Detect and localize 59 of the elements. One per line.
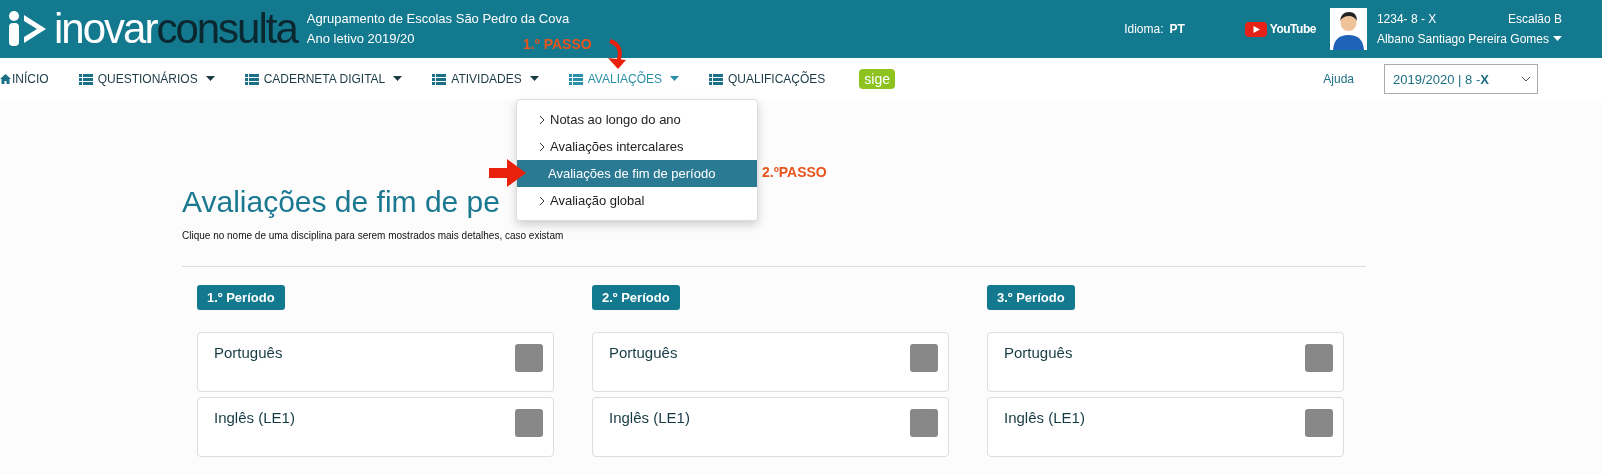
- nav-item[interactable]: ATIVIDADES: [432, 72, 539, 86]
- nav-item[interactable]: INÍCIO: [0, 72, 49, 86]
- school-name: Agrupamento de Escolas São Pedro da Cova: [306, 10, 570, 28]
- period-label: 3.º Período: [987, 285, 1075, 310]
- subject-card[interactable]: Português: [197, 332, 554, 392]
- nav-item[interactable]: AVALIAÇÕES: [568, 72, 679, 86]
- nav-item[interactable]: QUESTIONÁRIOS: [78, 72, 215, 86]
- home-icon[interactable]: [0, 74, 11, 84]
- period-label: 2.º Período: [592, 285, 680, 310]
- avatar-icon: [1329, 8, 1367, 50]
- chevron-down-icon[interactable]: [1521, 76, 1531, 82]
- grade-square-icon: [1305, 344, 1333, 372]
- list-icon[interactable]: [568, 73, 583, 85]
- list-icon[interactable]: [244, 73, 259, 85]
- page-title: Avaliações de fim de pe: [182, 185, 500, 218]
- logo-text: consulta: [156, 8, 297, 50]
- menu-item[interactable]: Avaliações de fim de período: [517, 160, 757, 187]
- school-year: Ano letivo 2019/20: [306, 30, 415, 48]
- grade-square-icon: [1305, 409, 1333, 437]
- step-annotation: 1.º PASSO: [523, 36, 592, 52]
- caret-icon[interactable]: [1553, 36, 1562, 42]
- grade-square-icon: [515, 409, 543, 437]
- arrow-icon: [489, 157, 527, 189]
- tier-label: Escalão B: [1507, 11, 1562, 28]
- grade-square-icon: [515, 344, 543, 372]
- chevron-icon[interactable]: [539, 141, 545, 152]
- chevron-icon[interactable]: [539, 195, 545, 206]
- grade-square-icon: [910, 344, 938, 372]
- subject-card[interactable]: Inglês (LE1): [592, 397, 949, 457]
- menu-item[interactable]: Avaliação global: [517, 187, 757, 214]
- caret-icon[interactable]: [529, 76, 539, 82]
- menu-item[interactable]: Notas ao longo do ano: [517, 106, 757, 133]
- logo-text: inovar: [54, 8, 157, 50]
- caret-icon[interactable]: [393, 76, 403, 82]
- subject-card[interactable]: Inglês (LE1): [197, 397, 554, 457]
- hint-text: Clique no nome de uma disciplina para serem mostrados mais detalhes, caso existam: [182, 230, 565, 241]
- year-select[interactable]: 2019/2020 | 8 -X: [1384, 64, 1538, 94]
- youtube-link[interactable]: YouTube: [1269, 22, 1316, 36]
- help-link[interactable]: Ajuda: [1323, 72, 1354, 86]
- subject-card[interactable]: Português: [987, 332, 1344, 392]
- nav-item[interactable]: CADERNETA DIGITAL: [244, 72, 403, 86]
- nav-item[interactable]: QUALIFICAÇÕES: [709, 72, 826, 86]
- student-code: 1234- 8 - X: [1376, 11, 1437, 28]
- list-icon[interactable]: [709, 73, 723, 85]
- grade-square-icon: [910, 409, 938, 437]
- menu-item[interactable]: Avaliações intercalares: [517, 133, 757, 160]
- list-icon[interactable]: [78, 73, 93, 85]
- step-annotation: 2.ºPASSO: [762, 164, 827, 180]
- language-label: Idioma:: [1124, 22, 1164, 36]
- student-name[interactable]: Albano Santiago Pereira Gomes: [1376, 29, 1549, 49]
- language-link[interactable]: PT: [1169, 22, 1185, 36]
- subject-card[interactable]: Português: [592, 332, 949, 392]
- chevron-icon[interactable]: [539, 114, 545, 125]
- list-icon[interactable]: [432, 73, 447, 85]
- period-label: 1.º Período: [197, 285, 285, 310]
- logo-icon: [8, 11, 48, 47]
- caret-icon[interactable]: [205, 76, 215, 82]
- video-play-icon[interactable]: [1244, 21, 1267, 37]
- subject-card[interactable]: Inglês (LE1): [987, 397, 1344, 457]
